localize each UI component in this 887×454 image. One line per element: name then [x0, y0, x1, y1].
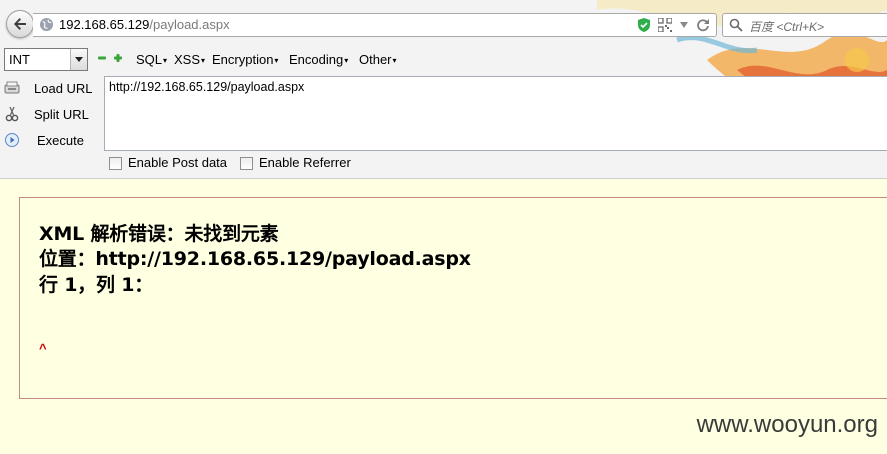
address-bar-icons [637, 17, 710, 33]
menu-xss[interactable]: XSS▾ [174, 52, 205, 67]
menu-arrow-icon: ▾ [201, 56, 206, 65]
load-url-icon [4, 81, 20, 94]
checkbox[interactable] [240, 157, 253, 170]
type-select[interactable]: INT [4, 48, 88, 71]
menu-encryption[interactable]: Encryption▾ [212, 52, 278, 67]
globe-icon [39, 17, 54, 32]
minus-icon[interactable] [97, 53, 107, 63]
search-bar[interactable]: 百度 <Ctrl+K> [722, 13, 887, 37]
execute-label: Execute [37, 133, 84, 148]
xml-error-box: XML 解析错误：未找到元素 位置：http://192.168.65.129/… [19, 197, 887, 399]
type-select-value: INT [9, 52, 30, 67]
error-title: XML 解析错误：未找到元素 [39, 223, 279, 245]
back-button[interactable] [6, 10, 34, 38]
checkbox[interactable] [109, 157, 122, 170]
error-caret: ^ [39, 341, 47, 356]
shield-check-icon[interactable] [637, 17, 651, 33]
error-line-column: 行 1，列 1： [39, 274, 154, 296]
menu-other[interactable]: Other▾ [359, 52, 397, 67]
plus-icon[interactable] [113, 53, 123, 63]
split-url-button[interactable]: Split URL [0, 103, 100, 125]
url-textarea-value: http://192.168.65.129/payload.aspx [109, 80, 305, 94]
error-location: 位置：http://192.168.65.129/payload.aspx [39, 248, 471, 270]
qr-code-icon[interactable] [658, 18, 672, 32]
dropdown-arrow-icon[interactable] [679, 21, 689, 29]
browser-chrome: 192.168.65.129/payload.aspx 百度 <Ctrl+K> … [0, 0, 887, 179]
menu-arrow-icon: ▾ [392, 56, 397, 65]
enable-post-label: Enable Post data [128, 155, 228, 170]
url-textarea[interactable]: http://192.168.65.129/payload.aspx [104, 76, 887, 151]
menu-arrow-icon: ▾ [163, 56, 168, 65]
search-icon [729, 18, 743, 32]
address-text[interactable]: 192.168.65.129/payload.aspx [59, 17, 230, 32]
reload-icon[interactable] [696, 18, 710, 32]
split-url-label: Split URL [34, 107, 89, 122]
address-bar[interactable]: 192.168.65.129/payload.aspx [33, 13, 717, 37]
navigation-bar: 192.168.65.129/payload.aspx 百度 <Ctrl+K> [0, 0, 887, 46]
execute-button[interactable]: Execute [0, 129, 100, 151]
url-path: /payload.aspx [149, 17, 230, 32]
menu-arrow-icon: ▾ [344, 56, 349, 65]
menu-encoding[interactable]: Encoding▾ [289, 52, 348, 67]
menu-sql[interactable]: SQL▾ [136, 52, 167, 67]
back-arrow-icon [14, 18, 26, 30]
play-icon [5, 133, 19, 147]
chevron-down-icon [70, 49, 87, 70]
hackbar-toolbar: INT SQL▾ XSS▾ Encryption▾ Encoding▾ Othe… [0, 46, 887, 72]
watermark: www.wooyun.org [696, 411, 878, 438]
load-url-label: Load URL [34, 81, 93, 96]
search-placeholder: 百度 <Ctrl+K> [749, 20, 825, 34]
scissors-icon [5, 106, 19, 122]
menu-arrow-icon: ▾ [274, 56, 279, 65]
load-url-button[interactable]: Load URL [0, 77, 100, 99]
enable-referrer-label: Enable Referrer [259, 155, 351, 170]
url-host: 192.168.65.129 [59, 17, 150, 32]
